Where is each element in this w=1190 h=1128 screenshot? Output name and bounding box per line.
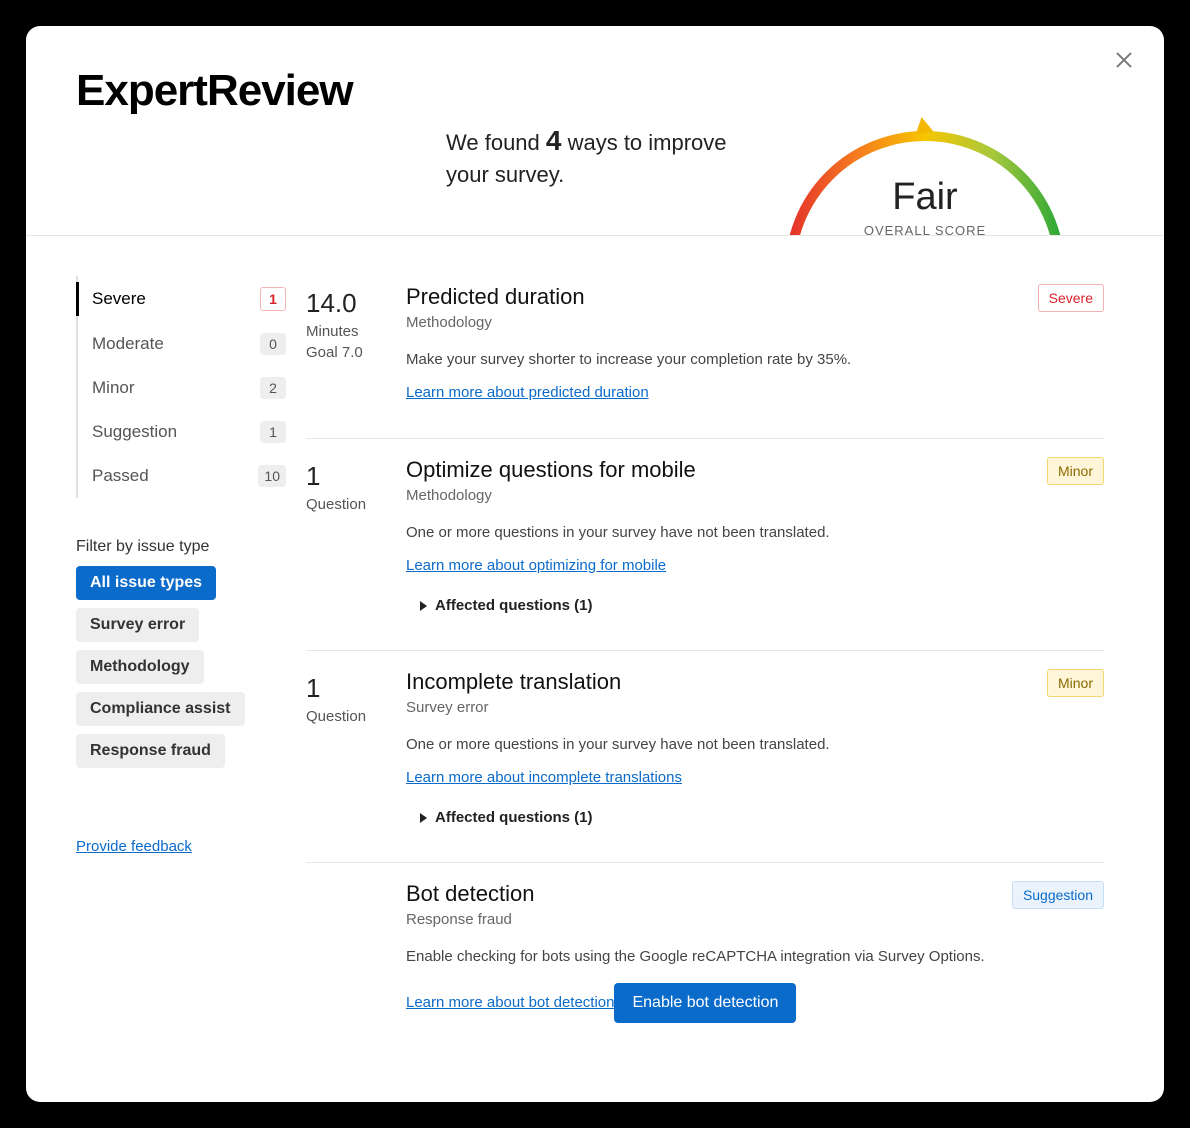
- issue-category: Methodology: [406, 487, 696, 504]
- metric-unit: Question: [306, 496, 406, 513]
- summary-count: 4: [546, 125, 562, 156]
- issue-description: One or more questions in your survey hav…: [406, 522, 1104, 543]
- metric-goal: Goal 7.0: [306, 344, 406, 361]
- severity-item-suggestion[interactable]: Suggestion 1: [78, 410, 286, 454]
- severity-badge: Suggestion: [1012, 881, 1104, 909]
- issue-title: Incomplete translation: [406, 669, 621, 695]
- issue-card: 14.0 Minutes Goal 7.0 Predicted duration Met…: [306, 266, 1104, 439]
- filter-chip-compliance-assist[interactable]: Compliance assist: [76, 692, 245, 726]
- filter-chip-all-issue-types[interactable]: All issue types: [76, 566, 216, 600]
- issue-card: Bot detection Response fraud Suggestion Ena…: [306, 863, 1104, 1043]
- sidebar: Severe 1 Moderate 0 Minor 2 Suggestion 1 Passed 1…: [26, 236, 306, 1102]
- close-icon[interactable]: [1112, 48, 1136, 72]
- severity-badge: Minor: [1047, 457, 1104, 485]
- severity-item-moderate[interactable]: Moderate 0: [78, 322, 286, 366]
- issue-title: Predicted duration: [406, 284, 585, 310]
- caret-right-icon: [420, 813, 427, 823]
- severity-count: 10: [258, 465, 286, 487]
- affected-questions-toggle[interactable]: Affected questions (1): [406, 809, 1104, 826]
- issue-metric: 1 Question: [306, 669, 406, 826]
- issue-title: Bot detection: [406, 881, 534, 907]
- issue-metric: [306, 881, 406, 1023]
- severity-item-severe[interactable]: Severe 1: [78, 276, 286, 322]
- issue-category: Methodology: [406, 314, 585, 331]
- issue-card: 1 QuestionIncomplete translation Survey er…: [306, 651, 1104, 863]
- metric-unit: Question: [306, 708, 406, 725]
- brand-title: ExpertReview: [76, 66, 446, 235]
- gauge-needle-icon: [913, 116, 934, 135]
- issue-metric: 14.0 Minutes Goal 7.0: [306, 284, 406, 402]
- metric-value: 1: [306, 461, 406, 492]
- learn-more-link[interactable]: Learn more about predicted duration: [406, 384, 649, 401]
- issue-category: Survey error: [406, 699, 621, 716]
- gauge-score-label: Fair: [770, 176, 1080, 219]
- severity-count: 0: [260, 333, 286, 355]
- issue-main: Optimize questions for mobile Methodology…: [406, 457, 1104, 614]
- issue-main: Predicted duration Methodology Severe Make …: [406, 284, 1104, 402]
- summary-text: We found 4 ways to improve your survey.: [446, 66, 736, 235]
- gauge-sub-label: OVERALL SCORE: [770, 223, 1080, 236]
- metric-value: 1: [306, 673, 406, 704]
- severity-count: 1: [260, 287, 286, 311]
- learn-more-link[interactable]: Learn more about incomplete translations: [406, 769, 682, 786]
- affected-label: Affected questions (1): [435, 809, 593, 826]
- learn-more-link[interactable]: Learn more about bot detection: [406, 994, 614, 1011]
- metric-value: 14.0: [306, 288, 406, 319]
- filter-chip-survey-error[interactable]: Survey error: [76, 608, 199, 642]
- modal-header: ExpertReview We found 4 ways to improve …: [26, 26, 1164, 236]
- severity-label: Passed: [92, 466, 149, 486]
- metric-unit: Minutes: [306, 323, 406, 340]
- score-gauge: Fair OVERALL SCORE: [736, 66, 1114, 235]
- issue-metric: 1 Question: [306, 457, 406, 614]
- issue-action-button[interactable]: Enable bot detection: [614, 983, 796, 1023]
- learn-more-link[interactable]: Learn more about optimizing for mobile: [406, 557, 666, 574]
- provide-feedback-link[interactable]: Provide feedback: [76, 838, 192, 855]
- issue-description: Make your survey shorter to increase you…: [406, 349, 1104, 370]
- issue-main: Bot detection Response fraud Suggestion Ena…: [406, 881, 1104, 1023]
- issue-description: Enable checking for bots using the Googl…: [406, 946, 1104, 967]
- issue-list: 14.0 Minutes Goal 7.0 Predicted duration Met…: [306, 236, 1164, 1102]
- severity-list: Severe 1 Moderate 0 Minor 2 Suggestion 1 Passed 1…: [76, 276, 286, 498]
- severity-label: Severe: [92, 289, 146, 309]
- severity-item-passed[interactable]: Passed 10: [78, 454, 286, 498]
- issue-card: 1 QuestionOptimize questions for mobile Me…: [306, 439, 1104, 651]
- filter-chip-methodology[interactable]: Methodology: [76, 650, 204, 684]
- severity-count: 2: [260, 377, 286, 399]
- filter-chips: All issue types Survey error Methodology Co…: [76, 566, 286, 768]
- expert-review-modal: ExpertReview We found 4 ways to improve …: [26, 26, 1164, 1102]
- issue-main: Incomplete translation Survey error Minor O…: [406, 669, 1104, 826]
- issue-title: Optimize questions for mobile: [406, 457, 696, 483]
- issue-description: One or more questions in your survey hav…: [406, 734, 1104, 755]
- severity-label: Suggestion: [92, 422, 177, 442]
- caret-right-icon: [420, 601, 427, 611]
- severity-badge: Minor: [1047, 669, 1104, 697]
- filter-heading: Filter by issue type: [76, 538, 286, 556]
- severity-item-minor[interactable]: Minor 2: [78, 366, 286, 410]
- summary-prefix: We found: [446, 130, 546, 155]
- affected-questions-toggle[interactable]: Affected questions (1): [406, 597, 1104, 614]
- severity-label: Moderate: [92, 334, 164, 354]
- severity-count: 1: [260, 421, 286, 443]
- severity-badge: Severe: [1038, 284, 1104, 312]
- issue-category: Response fraud: [406, 911, 534, 928]
- filter-chip-response-fraud[interactable]: Response fraud: [76, 734, 225, 768]
- affected-label: Affected questions (1): [435, 597, 593, 614]
- severity-label: Minor: [92, 378, 135, 398]
